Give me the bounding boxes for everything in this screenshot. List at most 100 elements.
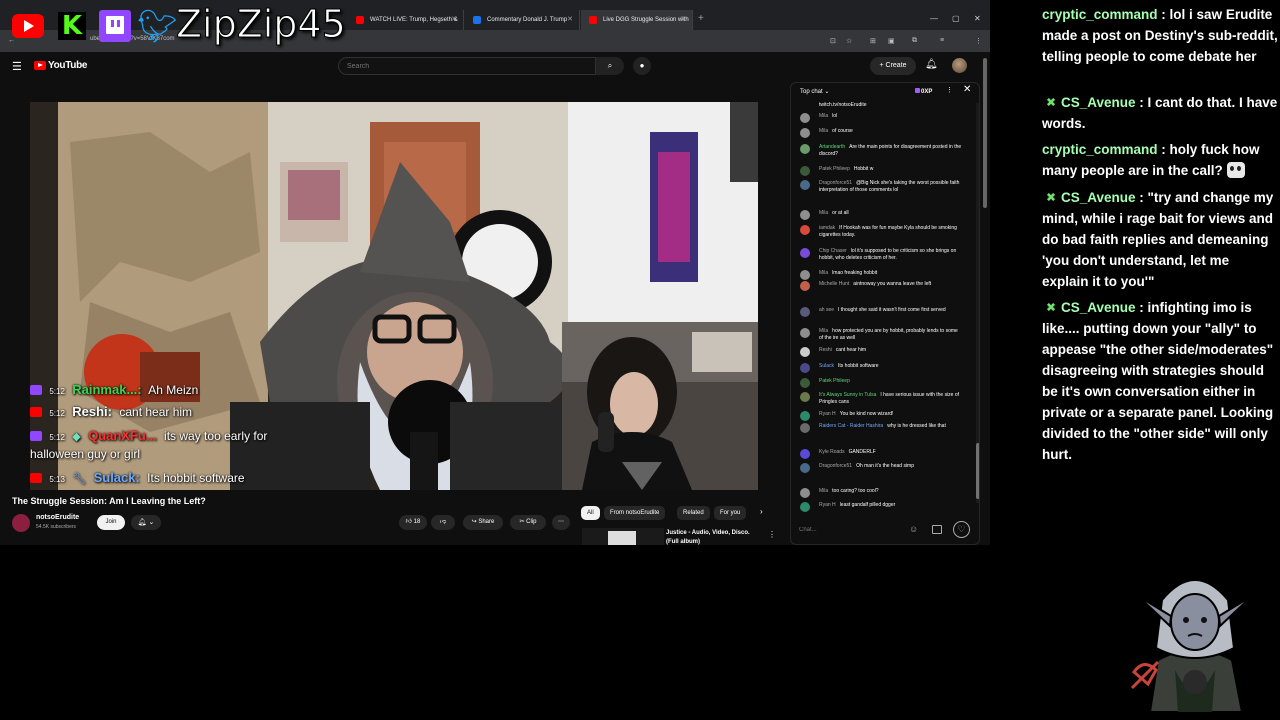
recommended-title[interactable]: Justice - Audio, Video, Disco. (666, 530, 750, 536)
chat-user-avatar[interactable] (800, 328, 810, 338)
chip-related[interactable]: Related (677, 506, 710, 520)
chat-username[interactable]: It's Always Sunny in Tulsa (819, 392, 876, 398)
close-chat-icon[interactable]: ✕ (963, 84, 971, 95)
chat-username[interactable]: Patek Phileep (819, 166, 850, 172)
chat-username[interactable]: Ryan H (819, 502, 836, 508)
chat-user-avatar[interactable] (800, 463, 810, 473)
new-tab-icon[interactable]: + (698, 13, 704, 24)
back-icon[interactable]: ← (8, 37, 15, 44)
chip-for-you[interactable]: For you (714, 506, 747, 520)
like-button[interactable]: 👍︎ 18 (399, 515, 427, 530)
chat-username[interactable]: Mila (819, 113, 828, 119)
chat-user-avatar[interactable] (800, 347, 810, 357)
chat-username[interactable]: Ryan H (819, 411, 836, 417)
chat-user-avatar[interactable] (800, 392, 810, 402)
chat-user-avatar[interactable] (800, 307, 810, 317)
cast-icon[interactable]: ⊡ (830, 37, 836, 45)
chat-user-avatar[interactable] (800, 488, 810, 498)
super-chat-icon[interactable] (932, 525, 942, 534)
chat-user-avatar[interactable] (800, 248, 810, 258)
chat-user-avatar[interactable] (800, 270, 810, 280)
chat-username[interactable]: Raiders Cat - Raider Hashira (819, 423, 883, 429)
chat-username[interactable]: Chip Chaser (819, 248, 847, 254)
search-input[interactable] (338, 57, 596, 75)
dislike-button[interactable]: 👎︎ (431, 515, 455, 530)
chat-username[interactable]: Michelle Hunt (819, 281, 849, 287)
extension-icon[interactable]: ⧉ (912, 37, 917, 45)
chat-username[interactable]: Patek Phileep (819, 378, 850, 384)
chat-username[interactable]: Dragonforce51 (819, 463, 852, 469)
chat-user-avatar[interactable] (800, 363, 810, 373)
chat-username[interactable]: Mila (819, 128, 828, 134)
chip-all[interactable]: All (581, 506, 600, 520)
chat-user-avatar[interactable] (800, 378, 810, 388)
chat-user-avatar[interactable] (800, 113, 810, 123)
youtube-logo-icon[interactable] (34, 61, 46, 70)
chat-user-avatar[interactable] (800, 423, 810, 433)
more-actions-button[interactable]: ⋯ (552, 515, 570, 530)
chat-user-avatar[interactable] (800, 144, 810, 154)
join-button[interactable]: Join (97, 515, 125, 530)
chat-input[interactable] (799, 523, 909, 537)
chevron-right-icon[interactable]: › (760, 507, 763, 516)
notifications-bell-icon[interactable]: 🔔︎ (925, 59, 938, 70)
chat-user-avatar[interactable] (800, 502, 810, 512)
hamburger-menu-icon[interactable]: ☰ (12, 60, 22, 73)
clip-button[interactable]: ✂ Clip (510, 515, 546, 530)
more-options-icon[interactable]: ⋮ (768, 530, 776, 539)
sidebar-icon[interactable]: ≡ (940, 37, 944, 44)
chat-username[interactable]: ah see (819, 307, 834, 313)
minimize-icon[interactable]: — (930, 14, 938, 23)
chat-username[interactable]: Mila (819, 488, 828, 494)
chat-username[interactable]: Mila (819, 210, 828, 216)
browser-tab-active[interactable]: Live DGG Struggle Session with ✕ (581, 10, 693, 30)
search-icon[interactable]: ⌕ (596, 57, 624, 75)
microphone-icon[interactable]: ● (633, 57, 651, 75)
subscribe-bell-button[interactable]: 🔔︎ ⌄ (131, 515, 161, 530)
chat-username[interactable]: Mila (819, 328, 828, 334)
chat-user-avatar[interactable] (800, 210, 810, 220)
heart-icon[interactable]: ♡ (953, 521, 970, 538)
maximize-icon[interactable]: ▢ (952, 14, 960, 23)
chat-username[interactable]: Kyle Roads (819, 449, 845, 455)
youtube-logo-text[interactable]: YouTube (48, 60, 88, 71)
chat-user-avatar[interactable] (800, 180, 810, 190)
chat-user-avatar[interactable] (800, 166, 810, 176)
chat-username[interactable]: Artandearth (819, 144, 845, 150)
video-player[interactable]: 5:12 Rainmak...: Ah Meizn 5:12 Reshi: ca… (30, 102, 758, 490)
avatar[interactable] (952, 58, 967, 73)
create-button[interactable]: + Create (870, 57, 916, 75)
chat-user-avatar[interactable] (800, 128, 810, 138)
chat-username[interactable]: iamdak (819, 225, 835, 231)
browser-tab[interactable]: Commentary Donald J. Trump ✕ (465, 10, 580, 30)
xp-badge[interactable]: 0XP (915, 88, 932, 95)
bookmark-star-icon[interactable]: ☆ (846, 37, 852, 45)
chat-username[interactable]: Mila (819, 270, 828, 276)
chat-username[interactable]: Reshi (819, 347, 832, 353)
chat-menu-icon[interactable]: ⋮ (946, 86, 953, 94)
chat-user-avatar[interactable] (800, 449, 810, 459)
close-tab-icon[interactable]: ✕ (451, 10, 457, 30)
extension-icon[interactable]: ⊞ (870, 37, 876, 45)
chat-user-avatar[interactable] (800, 225, 810, 235)
browser-tab[interactable]: WATCH LIVE: Trump, Hegseth & ✕ (348, 10, 464, 30)
chat-mode-dropdown[interactable]: Top chat ⌄ (800, 88, 829, 95)
chat-user-avatar[interactable] (800, 281, 810, 291)
chat-username[interactable]: Sulack (819, 363, 834, 369)
close-tab-icon[interactable]: ✕ (567, 10, 573, 30)
emoji-icon[interactable]: ☺ (909, 524, 918, 534)
recommended-thumbnail[interactable] (582, 528, 664, 545)
page-scrollbar[interactable] (982, 52, 988, 545)
menu-dots-icon[interactable]: ⋮ (975, 37, 982, 45)
close-tab-icon[interactable]: ✕ (680, 10, 686, 30)
chat-scrollbar[interactable] (976, 103, 979, 503)
chip-from-channel[interactable]: From notsoErudite (604, 506, 666, 520)
chat-username[interactable]: Dragonforce51 (819, 180, 852, 186)
extension-icon[interactable]: ▣ (888, 37, 895, 45)
recommended-title-line2[interactable]: (Full album) (666, 539, 700, 545)
channel-avatar[interactable] (12, 514, 30, 532)
close-window-icon[interactable]: ✕ (974, 14, 981, 23)
share-button[interactable]: ↪ Share (463, 515, 503, 530)
chat-user-avatar[interactable] (800, 411, 810, 421)
channel-name[interactable]: notsoErudite (36, 514, 79, 521)
